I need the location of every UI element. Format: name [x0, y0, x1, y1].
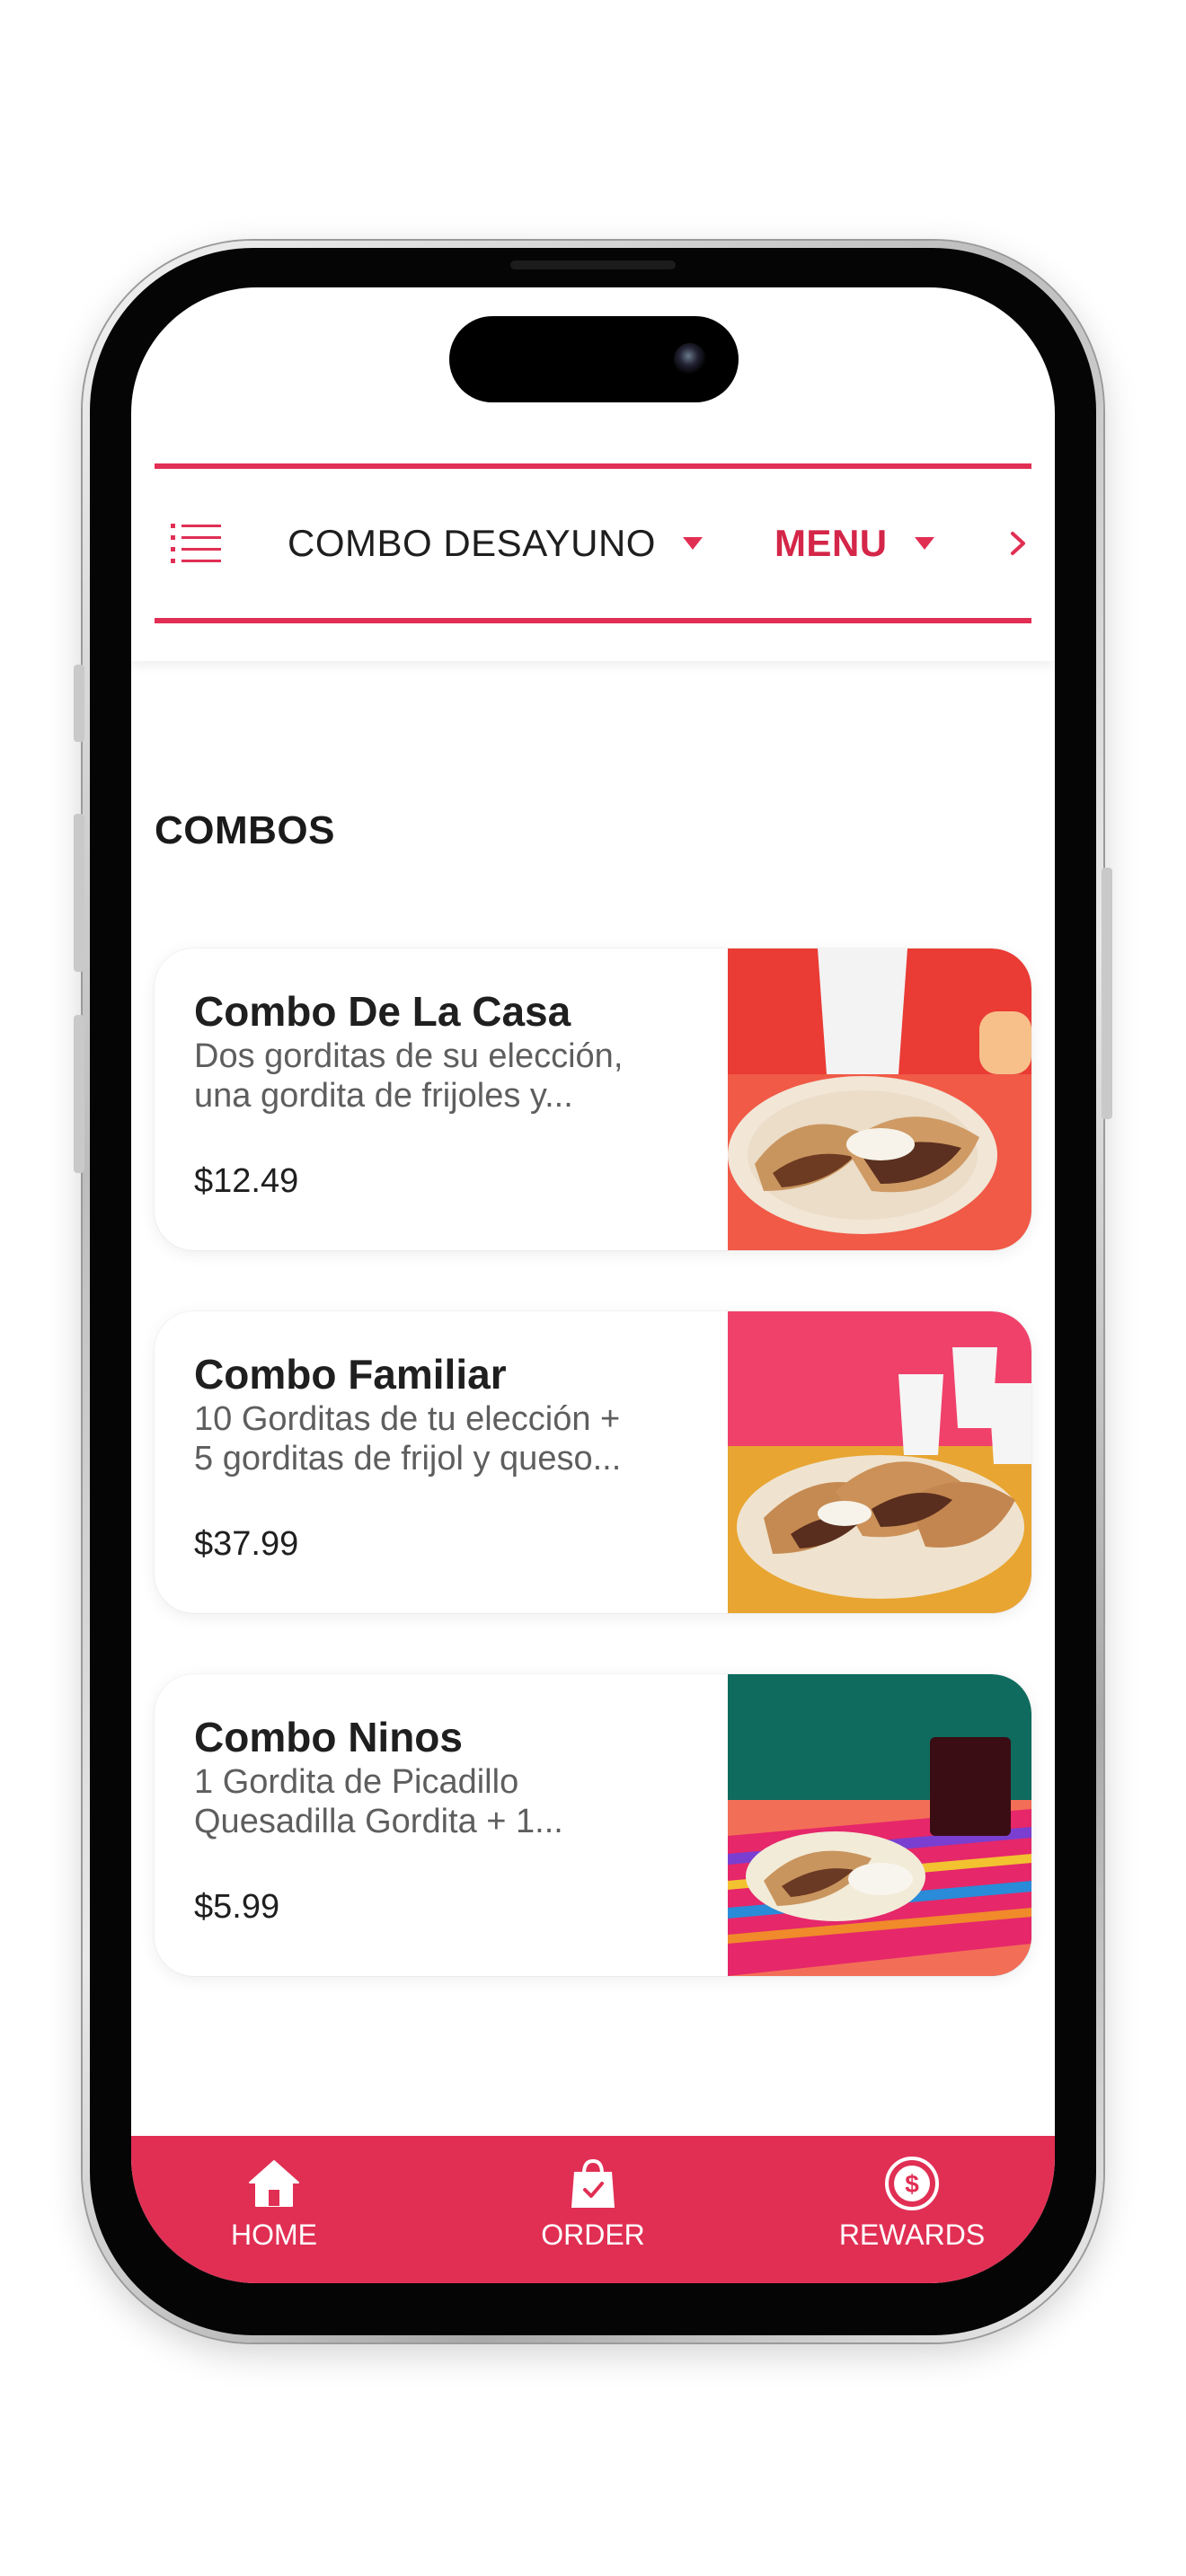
combo-name: Combo Familiar	[194, 1351, 507, 1398]
app-screen: COMBO DESAYUNO MENU COMBOS Combo De La C…	[131, 287, 1055, 2283]
nav-label: REWARDS	[838, 2219, 986, 2251]
combo-card-familiar[interactable]: Combo Familiar 10 Gorditas de tu elecció…	[155, 1311, 1031, 1613]
section-title: COMBOS	[155, 808, 335, 852]
nav-order[interactable]: ORDER	[503, 2156, 683, 2263]
combo-photo-image	[728, 1311, 1031, 1613]
bottom-nav: HOME ORDER $ REWARDS	[131, 2136, 1055, 2283]
combo-text: Combo De La Casa Dos gorditas de su elec…	[194, 988, 697, 1116]
combo-photo	[728, 1674, 1031, 1976]
combo-photo	[728, 1311, 1031, 1613]
combo-card-ninos[interactable]: Combo Ninos 1 Gordita de Picadillo Quesa…	[155, 1674, 1031, 1976]
nav-home[interactable]: HOME	[184, 2156, 364, 2263]
front-camera	[674, 343, 706, 375]
dollar-badge-icon: $	[885, 2157, 939, 2210]
combo-description: Dos gorditas de su elección, una gordita…	[194, 1037, 624, 1115]
combo-card-de-la-casa[interactable]: Combo De La Casa Dos gorditas de su elec…	[155, 948, 1031, 1250]
nav-rewards[interactable]: $ REWARDS	[822, 2156, 1002, 2263]
combo-price: $12.49	[194, 1162, 299, 1200]
action-button	[74, 665, 84, 742]
power-button	[1102, 868, 1112, 1119]
caret-down-icon	[914, 537, 934, 550]
combo-name: Combo De La Casa	[194, 988, 571, 1035]
combo-price: $5.99	[194, 1888, 280, 1926]
volume-up-button	[74, 814, 84, 972]
category-bar: COMBO DESAYUNO MENU	[131, 463, 1055, 661]
combo-photo-image	[728, 948, 1031, 1250]
caret-down-icon	[682, 537, 703, 550]
combo-name: Combo Ninos	[194, 1714, 463, 1760]
list-icon[interactable]	[171, 522, 221, 565]
combo-photo	[728, 948, 1031, 1250]
earpiece-speaker	[510, 260, 676, 269]
nav-label: ORDER	[541, 2219, 645, 2251]
combo-text: Combo Familiar 10 Gorditas de tu elecció…	[194, 1351, 697, 1478]
combo-price: $37.99	[194, 1525, 299, 1563]
svg-text:$: $	[905, 2170, 919, 2198]
chevron-right-icon[interactable]	[1010, 531, 1026, 556]
category-menu[interactable]: MENU	[774, 522, 934, 565]
dynamic-island	[449, 316, 739, 402]
combo-text: Combo Ninos 1 Gordita de Picadillo Quesa…	[194, 1714, 697, 1841]
category-combo-desayuno[interactable]: COMBO DESAYUNO	[288, 522, 703, 565]
combo-description: 1 Gordita de Picadillo Quesadilla Gordit…	[194, 1763, 563, 1840]
combo-photo-image	[728, 1674, 1031, 1976]
nav-label: HOME	[231, 2219, 317, 2251]
category-label: COMBO DESAYUNO	[288, 522, 656, 564]
volume-down-button	[74, 1015, 84, 1173]
category-bar-bottom-rule	[155, 618, 1031, 623]
home-icon	[249, 2160, 299, 2207]
combo-description: 10 Gorditas de tu elección + 5 gorditas …	[194, 1400, 622, 1478]
shopping-bag-icon	[571, 2158, 615, 2208]
category-row: COMBO DESAYUNO MENU	[155, 469, 1031, 618]
category-label: MENU	[774, 522, 888, 564]
